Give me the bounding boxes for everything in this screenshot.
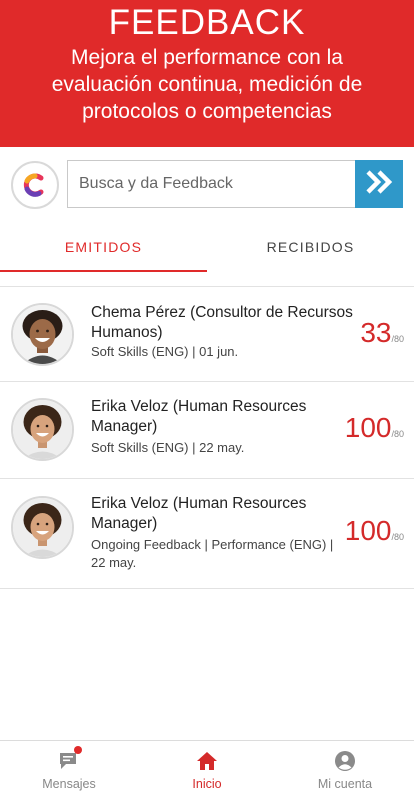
item-score: 100/80 [345,412,404,444]
home-icon [196,750,218,772]
bottom-navigation: Mensajes Inicio Mi cuenta [0,740,414,800]
brand-c-logo-icon[interactable] [11,161,59,209]
item-name: Chema Pérez (Consultor de Recursos Human… [91,304,353,341]
search-input[interactable] [68,161,357,207]
score-value: 100 [344,412,392,443]
item-score: 33/80 [360,317,404,349]
tab-bar: EMITIDOS RECIBIDOS [0,228,414,272]
score-max: /80 [391,429,404,439]
avatar [11,398,74,461]
feedback-item[interactable]: Chema Pérez (Consultor de Recursos Human… [0,286,414,382]
page-subtitle: Mejora el performance con la evaluación … [51,46,363,123]
item-name: Erika Veloz (Human Resources Manager) [91,398,307,435]
avatar [11,496,74,559]
tab-recibidos[interactable]: RECIBIDOS [207,228,414,272]
score-max: /80 [391,532,404,542]
item-score: 100/80 [345,515,404,547]
nav-mi-cuenta[interactable]: Mi cuenta [276,741,414,800]
avatar [11,303,74,366]
search-field[interactable] [67,160,357,208]
feedback-list: Chema Pérez (Consultor de Recursos Human… [0,272,414,589]
score-max: /80 [391,334,404,344]
nav-mensajes[interactable]: Mensajes [0,741,138,800]
tab-emitidos[interactable]: EMITIDOS [0,228,207,272]
search-row [0,158,414,210]
search-button[interactable] [355,160,403,208]
feedback-item[interactable]: Erika Veloz (Human Resources Manager) On… [0,479,414,589]
account-icon [334,750,356,772]
score-value: 33 [360,317,392,348]
score-value: 100 [344,515,392,546]
item-meta: Soft Skills (ENG) | 22 may. [91,440,245,455]
nav-inicio[interactable]: Inicio [138,741,276,800]
nav-label: Inicio [192,777,222,791]
nav-label: Mensajes [42,777,96,791]
feedback-item[interactable]: Erika Veloz (Human Resources Manager) So… [0,382,414,479]
item-meta: Soft Skills (ENG) | 01 jun. [91,344,239,359]
item-meta: Ongoing Feedback | Performance (ENG) | 2… [91,537,334,570]
page-title: FEEDBACK [108,3,306,42]
item-name: Erika Veloz (Human Resources Manager) [91,495,307,532]
header-banner: FEEDBACK Mejora el performance con la ev… [0,0,414,147]
double-chevron-right-icon [364,167,394,202]
nav-label: Mi cuenta [317,777,373,791]
notification-badge [74,746,82,754]
